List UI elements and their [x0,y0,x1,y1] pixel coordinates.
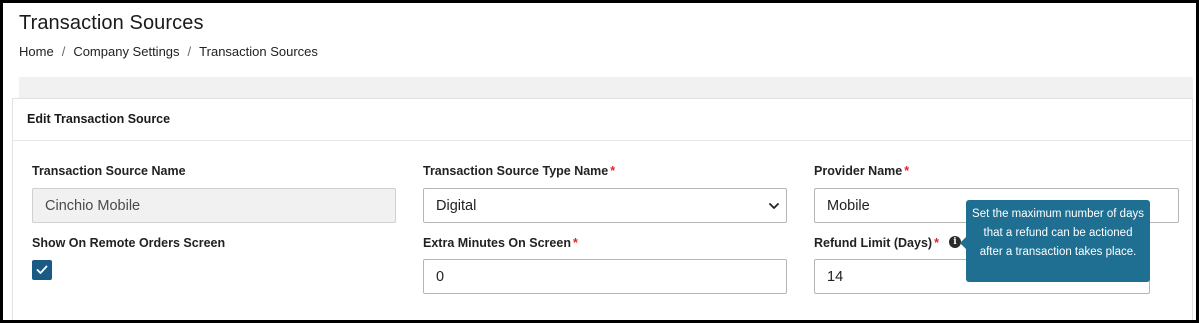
show-remote-checkbox[interactable] [32,260,52,280]
app-frame: Transaction Sources Home / Company Setti… [3,3,1196,320]
extra-minutes-value: 0 [436,268,445,285]
refund-limit-label: Refund Limit (Days) * [814,236,939,250]
breadcrumb-separator: / [187,44,192,59]
refund-limit-tooltip: Set the maximum number of days that a re… [966,200,1150,282]
provider-value: Mobile [827,197,870,214]
page-title: Transaction Sources [19,12,204,34]
source-name-label-text: Transaction Source Name [32,164,186,178]
refund-limit-value: 14 [827,268,844,285]
source-type-select[interactable]: Digital [423,188,787,223]
show-remote-label: Show On Remote Orders Screen [32,236,225,250]
section-spacer [19,77,1193,99]
breadcrumb-home[interactable]: Home [19,44,54,59]
source-name-label: Transaction Source Name [32,164,186,178]
source-name-input: Cinchio Mobile [32,188,396,223]
card-title: Edit Transaction Source [13,99,1192,141]
refund-limit-label-text: Refund Limit (Days) [814,236,933,250]
chevron-down-icon [769,203,779,209]
breadcrumb: Home / Company Settings / Transaction So… [19,44,318,59]
required-marker: * [610,164,616,178]
breadcrumb-separator: / [61,44,66,59]
required-marker: * [572,236,578,250]
extra-minutes-label-text: Extra Minutes On Screen [423,236,571,250]
extra-minutes-label: Extra Minutes On Screen * [423,236,578,250]
source-type-label-text: Transaction Source Type Name [423,164,609,178]
provider-label-text: Provider Name [814,164,903,178]
source-name-value: Cinchio Mobile [45,197,141,214]
provider-label: Provider Name * [814,164,909,178]
required-marker: * [934,236,939,250]
show-remote-label-text: Show On Remote Orders Screen [32,236,226,250]
required-marker: * [904,164,910,178]
check-icon [36,265,48,274]
source-type-value: Digital [436,197,477,214]
extra-minutes-input[interactable]: 0 [423,259,787,294]
breadcrumb-company-settings[interactable]: Company Settings [73,44,179,59]
source-type-label: Transaction Source Type Name * [423,164,615,178]
breadcrumb-transaction-sources: Transaction Sources [199,44,318,59]
